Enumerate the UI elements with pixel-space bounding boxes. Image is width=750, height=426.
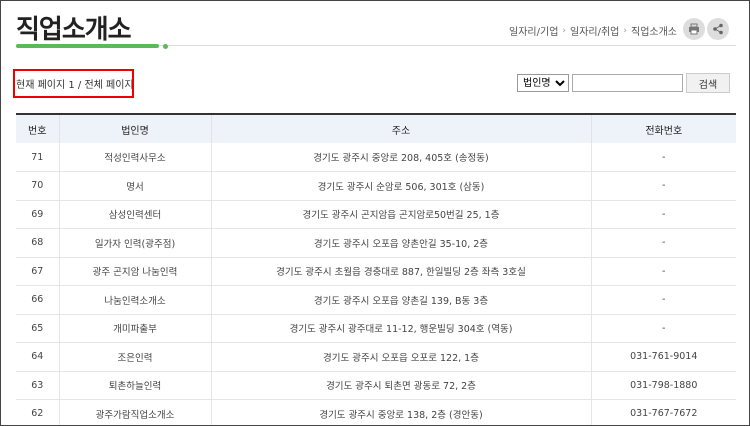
cell-phone-number: 031-798-1880 xyxy=(590,371,736,400)
cell-company-name[interactable]: 적성인력사무소 xyxy=(58,143,211,172)
cell-phone-number: - xyxy=(590,200,736,229)
cell-address: 경기도 광주시 중앙로 208, 405호 (송정동) xyxy=(210,143,591,172)
table-row[interactable]: 70 명서 경기도 광주시 순암로 506, 301호 (삼동) - xyxy=(16,171,736,201)
table-row[interactable]: 66 나눔인력소개소 경기도 광주시 오포읍 양촌길 139, B동 3층 - xyxy=(16,285,736,315)
cell-company-name[interactable]: 광주가람직업소개소 xyxy=(58,399,211,425)
cell-company-name[interactable]: 일가자 인력(광주점) xyxy=(58,228,211,258)
cell-address: 경기도 광주시 오포읍 오포로 122, 1층 xyxy=(210,342,591,372)
search-field-select[interactable]: 법인명 xyxy=(517,74,569,92)
table-row[interactable]: 63 퇴촌하늘인력 경기도 광주시 퇴촌면 광동로 72, 2층 031-798-18… xyxy=(16,371,736,400)
search-input[interactable] xyxy=(572,74,683,92)
cell-phone-number: 031-767-7672 xyxy=(590,399,736,425)
cell-phone-number: - xyxy=(590,314,736,343)
cell-row-number: 71 xyxy=(16,143,59,172)
cell-address: 경기도 광주시 중앙로 138, 2층 (경안동) xyxy=(210,399,591,425)
page-frame: 직업소개소 일자리/기업 › 일자리/취업 › 직업소개소 현재 페이지 1 /… xyxy=(0,0,750,426)
cell-row-number: 69 xyxy=(16,200,59,229)
share-icon xyxy=(713,23,723,35)
table-row[interactable]: 65 개미파출부 경기도 광주시 광주대로 11-12, 행운빌딩 304호 (역동… xyxy=(16,314,736,343)
cell-company-name[interactable]: 삼성인력센터 xyxy=(58,200,211,229)
column-header-company-name: 법인명 xyxy=(58,113,211,143)
cell-company-name[interactable]: 나눔인력소개소 xyxy=(58,285,211,315)
cell-phone-number: 031-761-9014 xyxy=(590,342,736,372)
breadcrumb-item-jobs-companies[interactable]: 일자리/기업 xyxy=(509,23,558,38)
table-row[interactable]: 64 조은인력 경기도 광주시 오포읍 오포로 122, 1층 031-761-901… xyxy=(16,342,736,372)
cell-company-name[interactable]: 퇴촌하늘인력 xyxy=(58,371,211,400)
print-button[interactable] xyxy=(683,18,705,40)
cell-phone-number: - xyxy=(590,143,736,172)
cell-row-number: 68 xyxy=(16,228,59,258)
cell-phone-number: - xyxy=(590,285,736,315)
page-title: 직업소개소 xyxy=(16,15,132,45)
cell-phone-number: - xyxy=(590,257,736,286)
cell-address: 경기도 광주시 초월읍 경충대로 887, 한일빌딩 2층 좌측 3호실 xyxy=(210,257,591,286)
cell-company-name[interactable]: 개미파출부 xyxy=(58,314,211,343)
page-info: 현재 페이지 1 / 전체 페이지 4 xyxy=(13,69,134,98)
chevron-right-icon: › xyxy=(562,25,567,36)
breadcrumb-item-jobs-employment[interactable]: 일자리/취업 xyxy=(570,23,619,38)
cell-company-name[interactable]: 명서 xyxy=(58,171,211,201)
cell-address: 경기도 광주시 오포읍 양촌안길 35-10, 2층 xyxy=(210,228,591,258)
cell-company-name[interactable]: 조은인력 xyxy=(58,342,211,372)
cell-row-number: 67 xyxy=(16,257,59,286)
agency-table: 번호 법인명 주소 전화번호 71 적성인력사무소 경기도 광주시 중앙로 208,… xyxy=(16,113,736,425)
share-button[interactable] xyxy=(707,18,729,40)
table-row[interactable]: 67 광주 곤지암 나눔인력 경기도 광주시 초월읍 경충대로 887, 한일빌딩 … xyxy=(16,257,736,286)
cell-address: 경기도 광주시 순암로 506, 301호 (삼동) xyxy=(210,171,591,201)
cell-address: 경기도 광주시 오포읍 양촌길 139, B동 3층 xyxy=(210,285,591,315)
cell-company-name[interactable]: 광주 곤지암 나눔인력 xyxy=(58,257,211,286)
cell-row-number: 70 xyxy=(16,171,59,201)
column-header-phone: 전화번호 xyxy=(590,113,736,143)
breadcrumb: 일자리/기업 › 일자리/취업 › 직업소개소 xyxy=(509,23,677,39)
cell-row-number: 66 xyxy=(16,285,59,315)
title-accent-bar xyxy=(16,44,159,48)
table-row[interactable]: 71 적성인력사무소 경기도 광주시 중앙로 208, 405호 (송정동) - xyxy=(16,143,736,172)
column-header-number: 번호 xyxy=(16,113,59,143)
cell-row-number: 65 xyxy=(16,314,59,343)
cell-address: 경기도 광주시 퇴촌면 광동로 72, 2층 xyxy=(210,371,591,400)
chevron-right-icon: › xyxy=(623,25,627,36)
column-header-address: 주소 xyxy=(210,113,591,143)
cell-address: 경기도 광주시 곤지암읍 곤지암로50번길 25, 1층 xyxy=(210,200,591,229)
breadcrumb-item-job-agency[interactable]: 직업소개소 xyxy=(631,23,677,38)
search-bar: 법인명 검색 xyxy=(517,73,730,93)
cell-row-number: 64 xyxy=(16,342,59,372)
printer-icon xyxy=(689,23,699,35)
cell-row-number: 62 xyxy=(16,399,59,425)
title-accent-dot xyxy=(163,44,168,49)
table-row[interactable]: 62 광주가람직업소개소 경기도 광주시 중앙로 138, 2층 (경안동) 031-… xyxy=(16,399,736,425)
table-row[interactable]: 68 일가자 인력(광주점) 경기도 광주시 오포읍 양촌안길 35-10, 2층 - xyxy=(16,228,736,258)
table-body: 71 적성인력사무소 경기도 광주시 중앙로 208, 405호 (송정동) -70 명… xyxy=(16,143,736,425)
table-header-row: 번호 법인명 주소 전화번호 xyxy=(16,113,736,143)
search-button[interactable]: 검색 xyxy=(686,73,730,93)
cell-row-number: 63 xyxy=(16,371,59,400)
cell-phone-number: - xyxy=(590,171,736,201)
table-row[interactable]: 69 삼성인력센터 경기도 광주시 곤지암읍 곤지암로50번길 25, 1층 - xyxy=(16,200,736,229)
cell-address: 경기도 광주시 광주대로 11-12, 행운빌딩 304호 (역동) xyxy=(210,314,591,343)
cell-phone-number: - xyxy=(590,228,736,258)
